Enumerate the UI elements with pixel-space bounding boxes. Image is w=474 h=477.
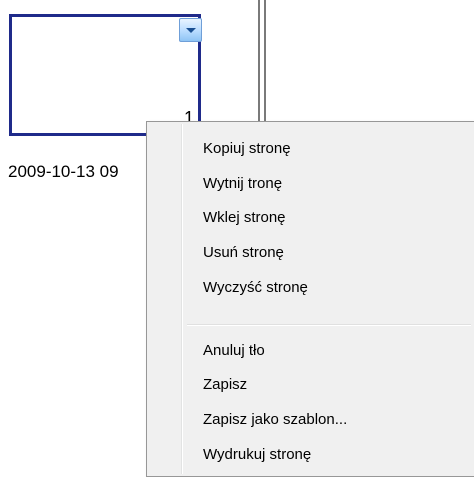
- page-timestamp: 2009-10-13 09: [8, 162, 119, 181]
- menu-item-print-page[interactable]: Wydrukuj stronę: [203, 442, 311, 468]
- chevron-down-icon: [186, 28, 196, 33]
- page-thumbnail[interactable]: [9, 14, 201, 136]
- menu-separator: [187, 324, 471, 326]
- pane-splitter-right-edge[interactable]: [264, 0, 266, 130]
- menu-item-save-as-template[interactable]: Zapisz jako szablon...: [203, 407, 347, 433]
- menu-item-paste-page[interactable]: Wklej stronę: [203, 205, 286, 231]
- menu-icon-gutter: [181, 124, 183, 474]
- menu-item-cancel-background[interactable]: Anuluj tło: [203, 338, 265, 364]
- menu-item-copy-page[interactable]: Kopiuj stronę: [203, 136, 291, 162]
- pane-splitter-left-edge[interactable]: [258, 0, 260, 130]
- context-menu: Kopiuj stronę Wytnij tronę Wklej stronę …: [146, 121, 474, 477]
- thumbnail-dropdown-button[interactable]: [179, 18, 202, 42]
- menu-item-save[interactable]: Zapisz: [203, 372, 247, 398]
- menu-item-delete-page[interactable]: Usuń stronę: [203, 240, 284, 266]
- menu-item-clear-page[interactable]: Wyczyść stronę: [203, 275, 308, 301]
- menu-item-cut-page[interactable]: Wytnij tronę: [203, 171, 282, 197]
